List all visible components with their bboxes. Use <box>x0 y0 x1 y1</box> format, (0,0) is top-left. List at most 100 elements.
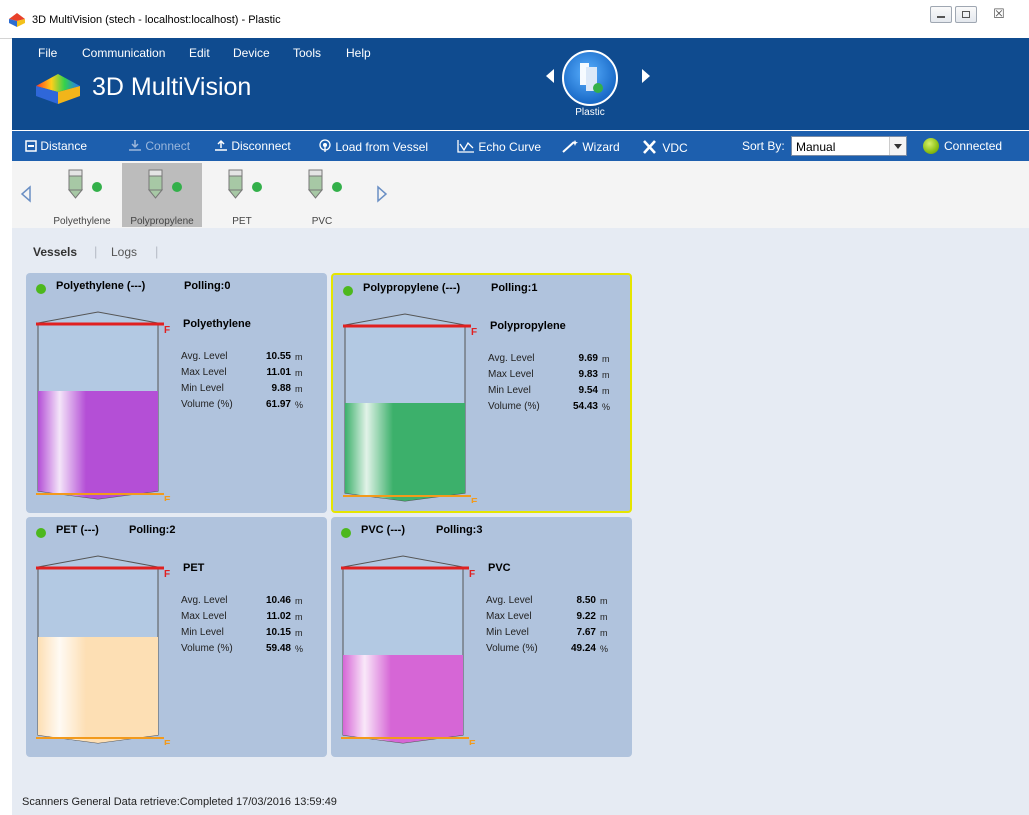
echo-curve-button[interactable]: Echo Curve <box>457 139 541 154</box>
connection-status-led <box>923 138 939 154</box>
max-level-value: 9.22 <box>576 611 596 622</box>
avg-level-value: 8.50 <box>576 595 596 606</box>
max-level-label: Max Level <box>488 369 534 380</box>
current-vessel-label: Plastic <box>575 107 605 118</box>
connect-label: Connect <box>145 139 191 153</box>
vessel-card-title: Polyethylene (---) <box>56 280 146 292</box>
echo-curve-label: Echo Curve <box>478 140 542 154</box>
strip-label: PET <box>232 216 252 227</box>
empty-marker: E <box>164 739 171 745</box>
polling-label: Polling:0 <box>184 280 231 292</box>
tank-graphic: F E <box>36 555 171 745</box>
unit: % <box>602 402 611 412</box>
avg-level-label: Avg. Level <box>181 595 228 606</box>
unit: % <box>295 400 304 410</box>
echo-curve-icon <box>457 140 474 153</box>
wizard-button[interactable]: Wizard <box>561 139 620 154</box>
strip-label: PVC <box>311 216 333 227</box>
close-button[interactable]: ☒ <box>988 6 1010 23</box>
menu-file[interactable]: File <box>38 46 57 60</box>
strip-next-arrow-icon[interactable] <box>376 185 388 203</box>
strip-item-pvc[interactable]: PVC <box>282 163 362 227</box>
disconnect-label: Disconnect <box>231 139 291 153</box>
full-marker: F <box>164 569 170 580</box>
next-vessel-arrow-icon[interactable] <box>640 66 652 86</box>
tab-separator: | <box>155 244 159 259</box>
title-bar: 3D MultiVision (stech - localhost:localh… <box>0 0 1029 39</box>
load-from-vessel-label: Load from Vessel <box>335 140 429 154</box>
disconnect-button[interactable]: Disconnect <box>214 139 291 153</box>
empty-marker: E <box>469 739 476 745</box>
max-level-value: 9.83 <box>578 369 598 380</box>
load-from-vessel-button[interactable]: Load from Vessel <box>318 139 428 154</box>
strip-prev-arrow-icon[interactable] <box>20 185 32 203</box>
current-vessel-button[interactable] <box>562 50 618 106</box>
unit: m <box>600 612 608 622</box>
tank-graphic: F E <box>343 313 478 503</box>
full-marker: F <box>469 569 475 580</box>
sort-by-value: Manual <box>796 140 836 154</box>
connect-button[interactable]: Connect <box>128 139 190 153</box>
status-led <box>341 528 351 538</box>
vessel-card-title: PET (---) <box>56 524 99 536</box>
app-logo <box>36 74 80 104</box>
min-level-label: Min Level <box>486 627 529 638</box>
status-led <box>36 284 46 294</box>
volume-label: Volume (%) <box>486 643 538 654</box>
min-level-value: 9.88 <box>271 383 291 394</box>
vessel-card[interactable]: Polyethylene (---) Polling:0 F E Polyeth… <box>26 273 327 513</box>
avg-level-value: 10.46 <box>265 595 291 606</box>
max-level-value: 11.02 <box>266 611 291 622</box>
strip-item-pet[interactable]: PET <box>202 163 282 227</box>
menu-device[interactable]: Device <box>233 46 270 60</box>
vessel-card[interactable]: PET (---) Polling:2 F E PET Avg. Level M… <box>26 517 327 757</box>
menu-edit[interactable]: Edit <box>189 46 210 60</box>
unit: m <box>295 596 303 606</box>
max-level-label: Max Level <box>181 611 227 622</box>
unit: m <box>602 386 610 396</box>
vdc-button[interactable]: VDC <box>641 139 688 155</box>
avg-level-label: Avg. Level <box>486 595 533 606</box>
avg-level-value: 9.69 <box>578 353 598 364</box>
vessel-card-title: PVC (---) <box>361 524 405 536</box>
vessel-card[interactable]: PVC (---) Polling:3 F E PVC Avg. Level M… <box>331 517 632 757</box>
tab-logs[interactable]: Logs <box>111 245 137 259</box>
upload-icon <box>215 139 227 151</box>
app-header: File Communication Edit Device Tools Hel… <box>12 38 1029 130</box>
app-title: 3D MultiVision <box>92 73 252 101</box>
min-level-label: Min Level <box>488 385 531 396</box>
min-level-value: 7.67 <box>576 627 596 638</box>
empty-marker: E <box>471 497 478 503</box>
prev-vessel-arrow-icon[interactable] <box>544 66 556 86</box>
volume-value: 49.24 <box>570 643 596 654</box>
vessel-card[interactable]: Polypropylene (---) Polling:1 F E Polypr… <box>331 273 632 513</box>
tools-icon <box>643 140 656 154</box>
distance-button[interactable]: Distance <box>25 139 87 153</box>
menu-communication[interactable]: Communication <box>82 46 165 60</box>
max-level-label: Max Level <box>486 611 532 622</box>
vessel-strip: Polyethylene Polypropylene PET PVC <box>12 161 1029 229</box>
strip-item-polyethylene[interactable]: Polyethylene <box>42 163 122 227</box>
download-icon <box>129 140 141 151</box>
status-bar-text: Scanners General Data retrieve:Completed… <box>22 796 337 808</box>
vessel-name: PET <box>183 562 205 574</box>
vessel-name: PVC <box>488 562 511 574</box>
volume-label: Volume (%) <box>181 399 233 410</box>
tab-vessels[interactable]: Vessels <box>33 245 77 259</box>
vessel-icon <box>307 169 342 199</box>
volume-value: 59.48 <box>265 643 291 654</box>
volume-label: Volume (%) <box>488 401 540 412</box>
unit: m <box>295 612 303 622</box>
minimize-button[interactable] <box>930 6 952 23</box>
chevron-down-icon[interactable] <box>889 137 906 155</box>
sort-by-select[interactable]: Manual <box>791 136 907 156</box>
status-led <box>343 286 353 296</box>
app-icon <box>9 13 25 27</box>
connection-status-text: Connected <box>944 139 1003 153</box>
menu-help[interactable]: Help <box>346 46 371 60</box>
menu-tools[interactable]: Tools <box>293 46 321 60</box>
maximize-button[interactable] <box>955 6 977 23</box>
strip-item-polypropylene[interactable]: Polypropylene <box>122 163 202 227</box>
distance-icon <box>25 140 37 152</box>
min-level-value: 10.15 <box>265 627 291 638</box>
